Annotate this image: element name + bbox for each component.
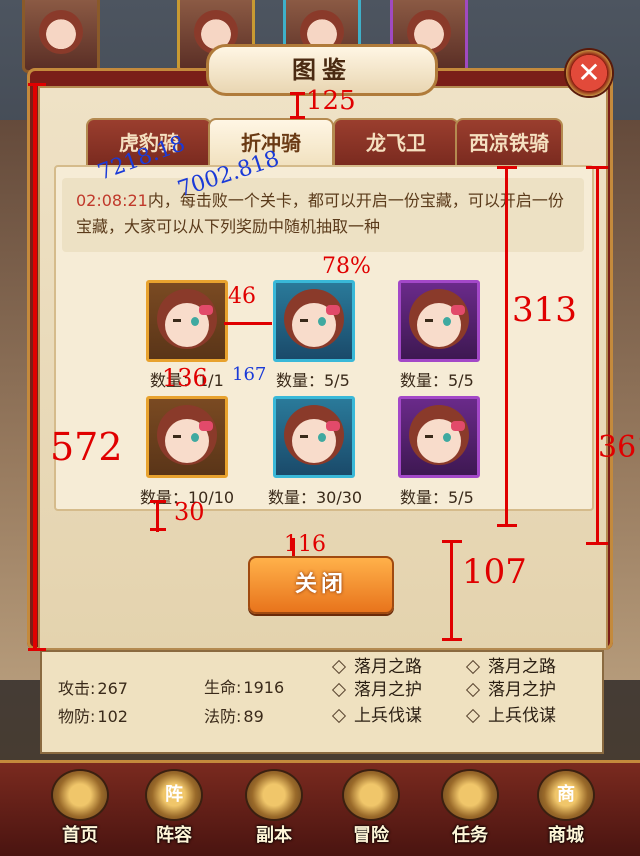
annotation-line: [150, 500, 166, 503]
annotation-line: [290, 92, 305, 95]
dialog-title: 图鉴: [292, 56, 352, 84]
annotation-line: [28, 648, 46, 651]
annotation-line: [296, 92, 299, 118]
tab-longfeiwei[interactable]: 龙飞卫: [333, 118, 459, 168]
reward-item-card[interactable]: [273, 396, 355, 478]
diamond-icon: [331, 659, 347, 675]
close-icon[interactable]: ✕: [566, 50, 612, 96]
formation-icon: 阵: [147, 771, 201, 819]
hero-portrait[interactable]: [22, 0, 100, 73]
nav-dungeon[interactable]: 副本: [234, 771, 314, 853]
item-quantity: 数量：5/5: [400, 371, 474, 390]
reward-item-card[interactable]: [146, 396, 228, 478]
annotation-line: [33, 83, 37, 650]
skill-item[interactable]: 落月之护: [465, 675, 556, 700]
annotation-label: 125: [306, 86, 356, 116]
annotation-label: 78%: [322, 254, 371, 279]
annotation-label: 116: [284, 532, 326, 557]
annotation-label: 572: [50, 425, 123, 469]
bottom-nav: 首页 阵阵容 副本 冒险 任务 商商城: [0, 760, 640, 856]
diamond-icon: [331, 708, 347, 724]
notice-message: 内，每击败一个关卡，都可以开启一份宝藏，可以开启一份宝藏，大家可以从下列奖励中随…: [76, 191, 564, 236]
annotation-label: 136: [162, 364, 208, 392]
dungeon-icon: [247, 771, 301, 819]
diamond-icon: [465, 682, 481, 698]
nav-label: 首页: [62, 825, 98, 846]
diamond-icon: [331, 682, 347, 698]
countdown-timer: 02:08:21: [76, 191, 148, 210]
skill-item[interactable]: 落月之路: [465, 652, 556, 677]
nav-formation[interactable]: 阵阵容: [134, 771, 214, 853]
annotation-label: 313: [512, 290, 577, 330]
annotation-label: 107: [462, 552, 527, 592]
annotation-line: [497, 524, 517, 527]
annotation-label: 30: [174, 498, 205, 526]
nav-label: 商城: [548, 825, 584, 846]
annotation-line: [450, 540, 453, 640]
nav-task[interactable]: 任务: [430, 771, 510, 853]
annotation-label: 46: [228, 284, 256, 309]
annotation-line: [224, 322, 272, 325]
nav-home[interactable]: 首页: [40, 771, 120, 853]
nav-label: 任务: [452, 825, 488, 846]
nav-label: 冒险: [353, 825, 389, 846]
annotation-line: [442, 540, 462, 543]
annotation-label: 361: [598, 430, 640, 465]
task-icon: [443, 771, 497, 819]
hero-face: [39, 10, 83, 54]
shop-icon: 商: [539, 771, 593, 819]
skill-item[interactable]: 上兵伐谋: [331, 701, 422, 726]
magic-defense-stat: 法防: 89: [204, 707, 264, 726]
reward-item-card[interactable]: [273, 280, 355, 362]
adventure-icon: [344, 771, 398, 819]
annotation-label: 167: [232, 364, 267, 385]
item-quantity: 数量：5/5: [276, 371, 350, 390]
annotation-line: [586, 542, 608, 545]
annotation-line: [150, 528, 166, 531]
skill-item[interactable]: 上兵伐谋: [465, 701, 556, 726]
home-icon: [53, 771, 107, 819]
annotation-line: [442, 638, 462, 641]
reward-item-card[interactable]: [146, 280, 228, 362]
reward-item-card[interactable]: [398, 396, 480, 478]
annotation-line: [290, 116, 305, 119]
nav-label: 阵容: [156, 825, 192, 846]
diamond-icon: [465, 659, 481, 675]
skill-item[interactable]: 落月之路: [331, 652, 422, 677]
nav-shop[interactable]: 商商城: [526, 771, 606, 853]
nav-label: 副本: [256, 825, 292, 846]
nav-adventure[interactable]: 冒险: [331, 771, 411, 853]
item-quantity: 数量：5/5: [400, 488, 474, 507]
reward-item-card[interactable]: [398, 280, 480, 362]
tab-xiliangtieqi[interactable]: 西凉铁骑: [455, 118, 563, 168]
annotation-line: [497, 166, 517, 169]
annotation-line: [505, 166, 508, 526]
annotation-line: [28, 83, 46, 86]
diamond-icon: [465, 708, 481, 724]
annotation-line: [586, 166, 608, 169]
attack-stat: 攻击: 267: [58, 679, 128, 698]
hp-stat: 生命: 1916: [204, 678, 285, 697]
annotation-line: [596, 166, 599, 544]
physical-defense-stat: 物防: 102: [58, 707, 128, 726]
skill-item[interactable]: 落月之护: [331, 675, 422, 700]
item-quantity: 数量：30/30: [268, 488, 363, 507]
close-button[interactable]: 关闭: [248, 556, 394, 614]
